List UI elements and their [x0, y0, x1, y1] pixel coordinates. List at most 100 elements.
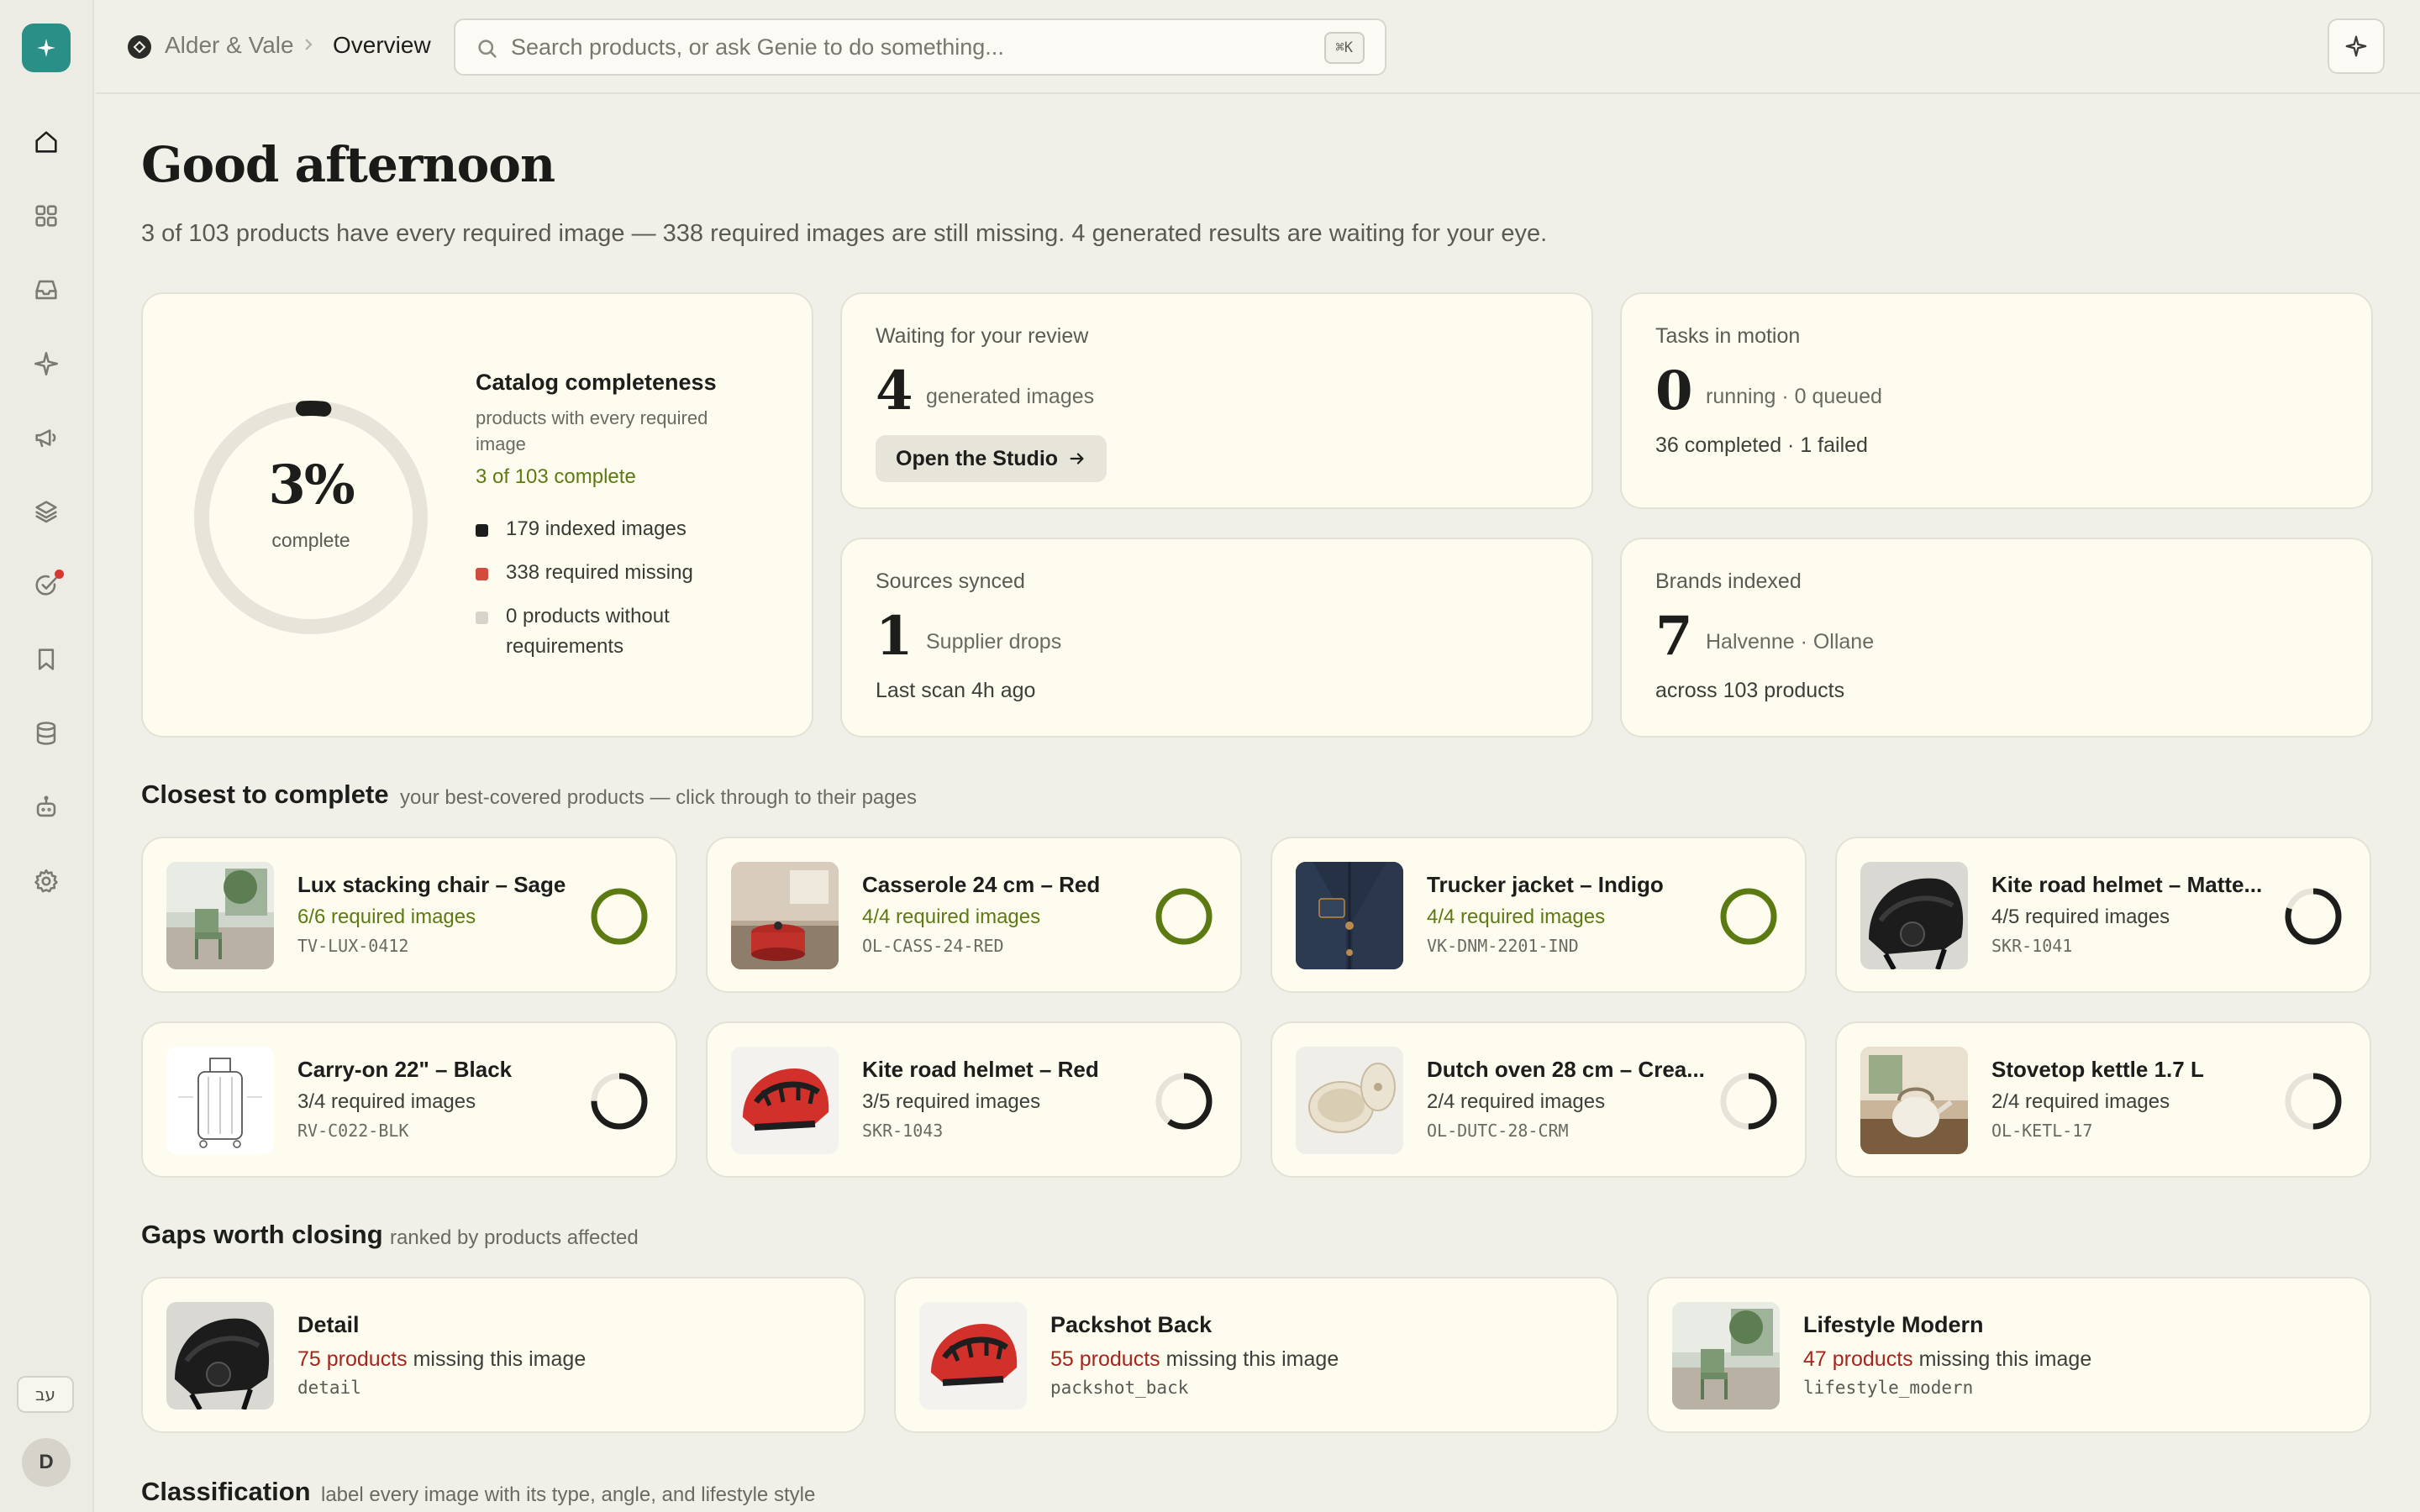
open-studio-button[interactable]: Open the Studio: [876, 435, 1107, 482]
brands-unit: Halvenne · Ollane: [1706, 630, 1875, 654]
product-required-images: 6/6 required images: [297, 906, 476, 928]
breadcrumb-brand[interactable]: Alder & Vale: [165, 32, 294, 59]
megaphone-icon: [35, 429, 56, 448]
sidebar-item-sparkle[interactable]: [27, 344, 66, 383]
breadcrumb-separator: [301, 32, 316, 58]
gap-affected-suffix: missing this image: [1918, 1347, 2092, 1371]
app-logo-button[interactable]: [22, 24, 71, 72]
sidebar-item-grid[interactable]: [27, 197, 66, 235]
sparkle-icon: [37, 39, 55, 57]
gap-card[interactable]: Lifestyle Modern 47 products missing this…: [1647, 1277, 2371, 1433]
inbox-icon: [35, 280, 57, 300]
legend-swatch: [476, 612, 488, 624]
grid-icon: [35, 205, 57, 227]
product-card[interactable]: Kite road helmet – Red 3/5 required image…: [706, 1021, 1242, 1178]
gap-code: detail: [297, 1378, 361, 1398]
gap-affected-suffix: missing this image: [413, 1347, 587, 1371]
product-name: Casserole 24 cm – Red: [862, 872, 1101, 897]
product-name: Kite road helmet – Matte...: [1991, 872, 2263, 897]
product-sku: SKR-1043: [862, 1121, 944, 1141]
classification-section-subtitle: label every image with its type, angle, …: [321, 1483, 816, 1506]
language-toggle[interactable]: עב: [17, 1376, 74, 1413]
legend-indexed-images: 179 indexed images: [476, 514, 753, 544]
closest-section-title: Closest to complete: [141, 780, 389, 809]
legend-required-missing: 338 required missing: [476, 558, 753, 588]
tasks-running-count: 0: [1655, 360, 1693, 423]
bot-icon: [36, 795, 56, 817]
gap-affected-line: 55 products missing this image: [1050, 1347, 1339, 1372]
chevron-right-icon: [305, 39, 313, 50]
tasks-footer: 36 completed · 1 failed: [1655, 433, 1868, 457]
product-card[interactable]: Carry-on 22" – Black 3/4 required images R…: [141, 1021, 677, 1178]
sidebar-item-layers[interactable]: [27, 492, 66, 531]
completion-ring: [1720, 1073, 1777, 1130]
review-count: 4: [876, 360, 913, 423]
product-thumbnail: [731, 1047, 839, 1154]
gap-affected-count: 55 products: [1050, 1347, 1160, 1371]
home-icon: [35, 131, 57, 153]
completeness-percent: 3%: [268, 454, 355, 517]
product-sku: OL-CASS-24-RED: [862, 936, 1004, 956]
gap-thumbnail: [1672, 1302, 1780, 1410]
sidebar-item-settings[interactable]: [27, 862, 66, 900]
product-name: Dutch oven 28 cm – Crea...: [1427, 1057, 1705, 1082]
closest-section-subtitle: your best-covered products — click throu…: [400, 786, 917, 809]
sources-footer: Last scan 4h ago: [876, 679, 1036, 702]
brand-logo-icon: [128, 35, 151, 59]
brands-footer: across 103 products: [1655, 679, 1845, 702]
gaps-section-title: Gaps worth closing: [141, 1220, 383, 1249]
brands-card: Brands indexed 7 Halvenne · Ollane acros…: [1620, 538, 2373, 738]
completion-ring: [2285, 888, 2342, 945]
completion-ring: [591, 1073, 648, 1130]
gap-card[interactable]: Packshot Back 55 products missing this im…: [894, 1277, 1618, 1433]
product-required-images: 2/4 required images: [1427, 1090, 1606, 1113]
product-name: Stovetop kettle 1.7 L: [1991, 1057, 2204, 1082]
top-bar: Alder & Vale Overview ⌘K: [96, 0, 2420, 94]
notification-dot: [55, 570, 64, 579]
gap-card[interactable]: Detail 75 products missing this image deta…: [141, 1277, 865, 1433]
product-thumbnail: [731, 862, 839, 969]
product-thumbnail: [1296, 1047, 1403, 1154]
catalog-card-subtitle: products with every required image: [476, 407, 708, 454]
sidebar-item-megaphone[interactable]: [27, 418, 66, 457]
catalog-completeness-card: 3% complete Catalog completeness product…: [141, 292, 813, 738]
search-input[interactable]: [511, 30, 1301, 64]
product-card[interactable]: Stovetop kettle 1.7 L 2/4 required images…: [1835, 1021, 2371, 1178]
search-bar[interactable]: ⌘K: [454, 18, 1386, 76]
review-card: Waiting for your review 4 generated imag…: [840, 292, 1593, 509]
gap-code: lifestyle_modern: [1803, 1378, 1974, 1398]
catalog-complete-count: 3 of 103 complete: [476, 465, 636, 488]
sidebar-item-task-check[interactable]: [27, 566, 66, 605]
product-sku: OL-DUTC-28-CRM: [1427, 1121, 1569, 1141]
gap-title: Packshot Back: [1050, 1312, 1213, 1337]
avatar[interactable]: D: [22, 1438, 71, 1487]
completeness-ring: [194, 401, 428, 634]
product-card[interactable]: Kite road helmet – Matte... 4/5 required …: [1835, 837, 2371, 993]
legend-swatch: [476, 524, 488, 537]
product-card[interactable]: Trucker jacket – Indigo 4/4 required imag…: [1270, 837, 1807, 993]
catalog-card-title: Catalog completeness: [476, 370, 717, 395]
gap-thumbnail: [166, 1302, 274, 1410]
gap-affected-count: 75 products: [297, 1347, 408, 1371]
sidebar-item-inbox[interactable]: [27, 270, 66, 309]
sidebar-item-database[interactable]: [27, 714, 66, 753]
product-sku: VK-DNM-2201-IND: [1427, 936, 1579, 956]
product-card[interactable]: Casserole 24 cm – Red 4/4 required images…: [706, 837, 1242, 993]
search-shortcut-badge: ⌘K: [1323, 32, 1365, 64]
product-card[interactable]: Lux stacking chair – Sage 6/6 required im…: [141, 837, 677, 993]
page-summary: 3 of 103 products have every required im…: [141, 220, 1548, 247]
gap-affected-line: 75 products missing this image: [297, 1347, 586, 1372]
legend-products-without-requirements: 0 products without requirements: [476, 601, 753, 662]
gap-thumbnail: [919, 1302, 1027, 1410]
sources-card: Sources synced 1 Supplier drops Last sca…: [840, 538, 1593, 738]
product-required-images: 4/4 required images: [862, 906, 1041, 928]
product-card[interactable]: Dutch oven 28 cm – Crea... 2/4 required i…: [1270, 1021, 1807, 1178]
sidebar-item-bot[interactable]: [27, 788, 66, 827]
genie-button[interactable]: [2328, 18, 2385, 74]
sidebar-item-home[interactable]: [27, 123, 66, 161]
gap-affected-count: 47 products: [1803, 1347, 1913, 1371]
brands-label: Brands indexed: [1655, 570, 1802, 593]
sidebar-item-bookmark[interactable]: [27, 640, 66, 679]
gap-affected-suffix: missing this image: [1165, 1347, 1339, 1371]
gap-title: Lifestyle Modern: [1803, 1312, 1984, 1337]
